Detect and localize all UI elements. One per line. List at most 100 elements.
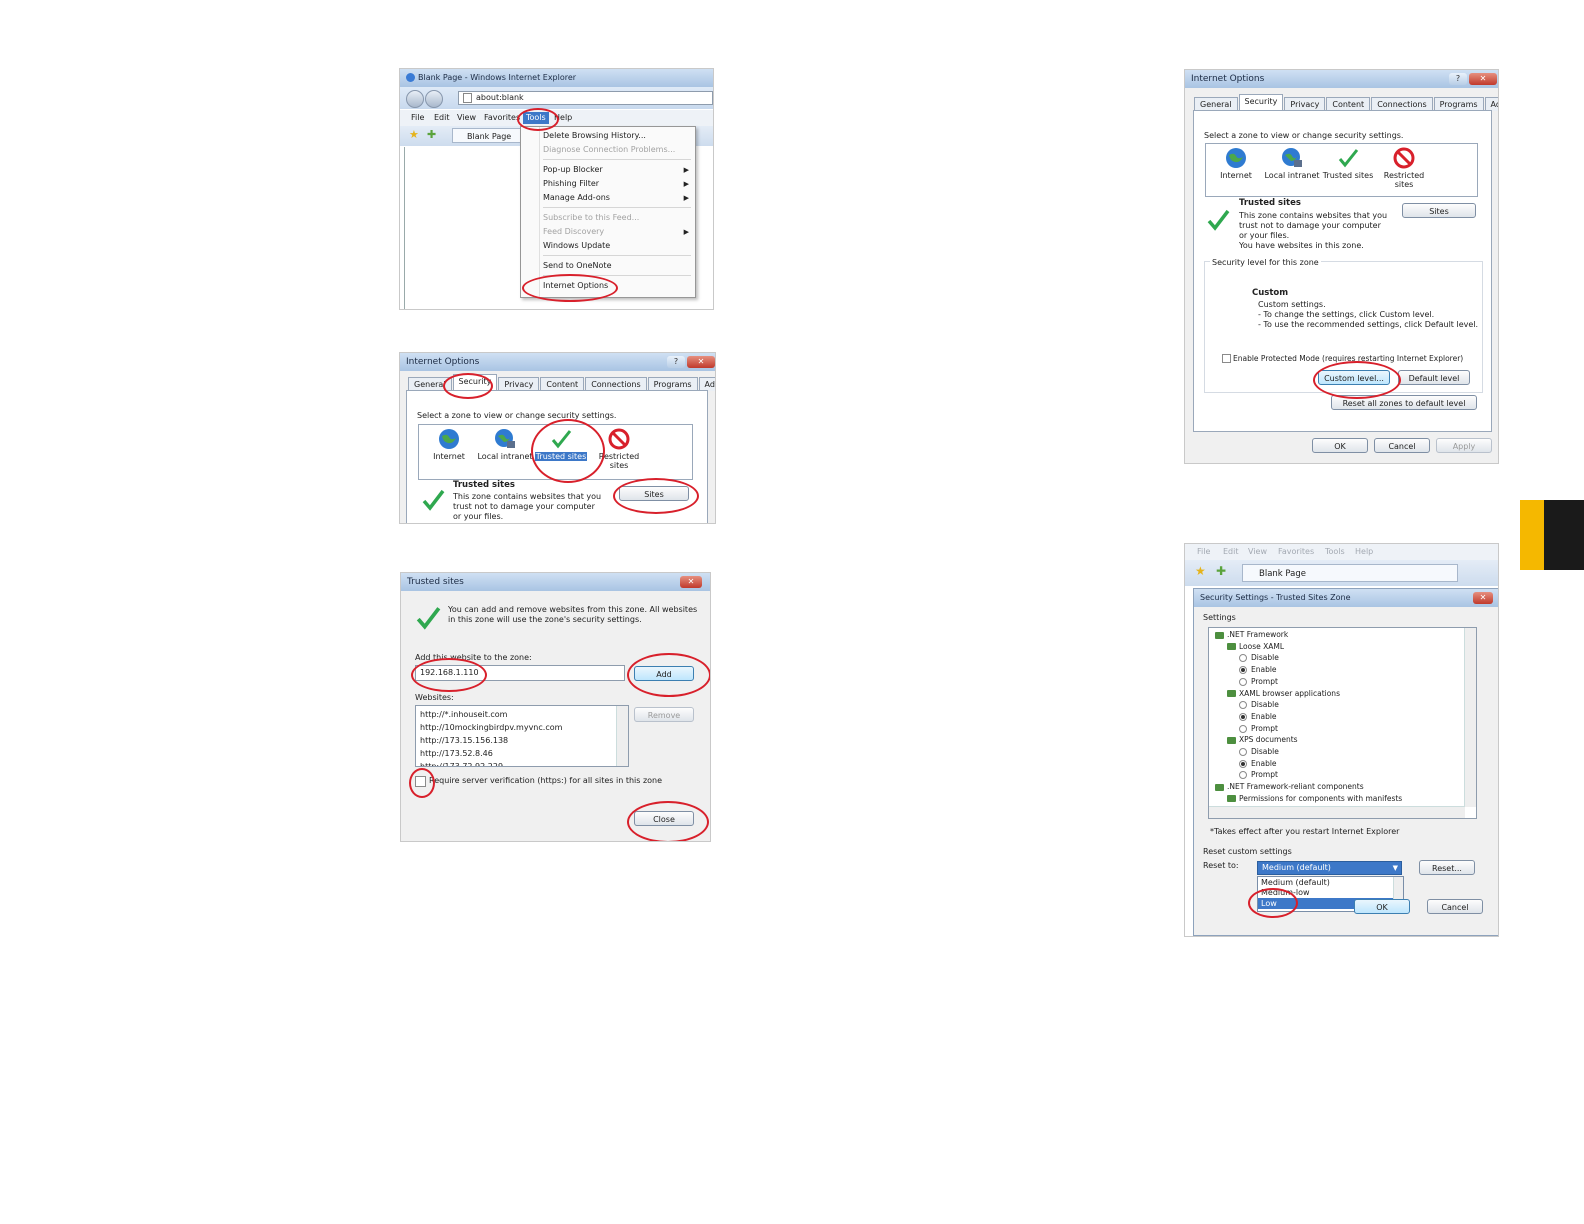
reset-all-zones-button[interactable]: Reset all zones to default level [1331,395,1477,410]
add-favorite-icon[interactable]: ✚ [427,128,436,141]
menu-tools[interactable]: Tools [523,112,549,124]
menu-file[interactable]: File [411,110,424,126]
forward-button-icon[interactable] [425,90,443,108]
tree-row[interactable]: Loose XAML [1215,641,1402,653]
radio-icon[interactable] [1239,701,1247,710]
help-button-icon[interactable]: ? [667,356,685,368]
radio-icon[interactable] [1239,724,1247,733]
tab-security[interactable]: Security [452,374,498,391]
website-input[interactable]: 192.168.1.110 [415,665,625,681]
tab-advanced[interactable]: Advanced [1484,97,1498,111]
tree-row[interactable]: .NET Framework [1215,629,1402,641]
zone-internet[interactable]: Internet [1208,147,1264,180]
tree-row[interactable]: Prompt [1215,769,1402,781]
menu-help[interactable]: Help [554,110,572,126]
browser-tab[interactable]: Blank Page [452,128,522,143]
tab-connections[interactable]: Connections [1371,97,1433,111]
radio-icon[interactable] [1239,712,1247,721]
help-button-icon[interactable]: ? [1449,73,1467,85]
add-favorite-icon[interactable]: ✚ [1216,564,1226,578]
zone-restricted-sites[interactable]: Restricted sites [591,428,647,470]
tree-row[interactable]: Enable [1215,664,1402,676]
website-list-item[interactable]: http://*.inhouseit.com [420,708,624,721]
website-list-item[interactable]: http://173.72.92.229 [420,760,624,766]
tree-row[interactable]: Disable [1215,746,1402,758]
tree-row[interactable]: Prompt [1215,723,1402,735]
reset-to-select[interactable]: Medium (default) ▼ [1257,861,1402,875]
favorites-star-icon[interactable]: ★ [1195,564,1206,578]
tab-content[interactable]: Content [1326,97,1371,111]
tree-row[interactable]: Enable [1215,758,1402,770]
reset-button[interactable]: Reset... [1419,860,1475,875]
settings-horizontal-scrollbar[interactable] [1209,806,1465,818]
tools-menu-item[interactable]: Manage Add-ons [543,193,610,203]
tab-privacy[interactable]: Privacy [498,377,540,391]
menu-edit[interactable]: Edit [1223,544,1239,560]
tools-menu-item[interactable]: Pop-up Blocker [543,165,603,175]
remove-button[interactable]: Remove [634,707,694,722]
zone-trusted-sites[interactable]: Trusted sites [533,428,589,461]
tree-row[interactable]: Disable [1215,652,1402,664]
tab-content[interactable]: Content [540,377,585,391]
tab-programs[interactable]: Programs [647,377,698,391]
favorites-star-icon[interactable]: ★ [409,128,419,141]
radio-icon[interactable] [1239,677,1247,686]
dropdown-option-medium-low[interactable]: Medium-low [1261,888,1310,898]
tab-advanced[interactable]: Advanced [698,377,715,391]
protected-mode-checkbox[interactable] [1222,354,1231,363]
tools-menu-item[interactable]: Feed Discovery [543,227,604,237]
tools-menu-item[interactable]: Diagnose Connection Problems... [543,145,675,155]
close-button-icon[interactable]: ✕ [1473,592,1493,604]
close-button[interactable]: Close [634,811,694,826]
zone-restricted-sites[interactable]: Restricted sites [1376,147,1432,189]
tab-general[interactable]: General [408,377,452,391]
tab-privacy[interactable]: Privacy [1284,97,1326,111]
tools-menu-item[interactable]: Delete Browsing History... [543,131,646,141]
menu-favorites[interactable]: Favorites [1278,544,1314,560]
menu-edit[interactable]: Edit [434,110,450,126]
tree-row[interactable]: Disable [1215,699,1402,711]
website-list-item[interactable]: http://10mockingbirdpv.myvnc.com [420,721,624,734]
address-bar[interactable]: about:blank [458,91,713,105]
tools-menu-item[interactable]: Windows Update [543,241,610,251]
require-server-checkbox[interactable] [415,776,426,787]
menu-file[interactable]: File [1197,544,1210,560]
tree-row[interactable]: XPS documents [1215,734,1402,746]
tree-row[interactable]: XAML browser applications [1215,688,1402,700]
ok-button[interactable]: OK [1354,899,1410,914]
tab-general[interactable]: General [1194,97,1238,111]
settings-vertical-scrollbar[interactable] [1464,628,1476,807]
menu-view[interactable]: View [457,110,476,126]
tab-programs[interactable]: Programs [1433,97,1484,111]
radio-icon[interactable] [1239,748,1247,757]
tab-security[interactable]: Security [1238,94,1284,111]
zone-internet[interactable]: Internet [421,428,477,461]
dropdown-option-medium[interactable]: Medium (default) [1261,878,1330,888]
menu-tools[interactable]: Tools [1325,544,1345,560]
sites-button[interactable]: Sites [1402,203,1476,218]
tree-row[interactable]: Enable [1215,711,1402,723]
tools-menu-item[interactable]: Internet Options [543,281,608,291]
tree-row[interactable]: .NET Framework-reliant components [1215,781,1402,793]
radio-icon[interactable] [1239,771,1247,780]
website-list-item[interactable]: http://173.15.156.138 [420,734,624,747]
tools-menu-item[interactable]: Subscribe to this Feed... [543,213,639,223]
sites-button[interactable]: Sites [619,486,689,501]
tree-row[interactable]: Permissions for components with manifest… [1215,793,1402,805]
default-level-button[interactable]: Default level [1398,370,1470,385]
cancel-button[interactable]: Cancel [1374,438,1430,453]
websites-scrollbar[interactable] [616,706,628,766]
close-button-icon[interactable]: ✕ [680,576,702,588]
zone-local-intranet[interactable]: Local intranet [477,428,533,461]
close-button-icon[interactable]: ✕ [1469,73,1497,85]
menu-favorites[interactable]: Favorites [484,110,520,126]
menu-view[interactable]: View [1248,544,1267,560]
apply-button[interactable]: Apply [1436,438,1492,453]
ok-button[interactable]: OK [1312,438,1368,453]
websites-list[interactable]: http://*.inhouseit.com http://10mockingbi… [415,705,629,767]
custom-level-button[interactable]: Custom level... [1318,370,1390,385]
radio-icon[interactable] [1239,654,1247,663]
zone-local-intranet[interactable]: Local intranet [1264,147,1320,180]
tools-menu-item[interactable]: Send to OneNote [543,261,612,271]
tools-menu-item[interactable]: Phishing Filter [543,179,599,189]
